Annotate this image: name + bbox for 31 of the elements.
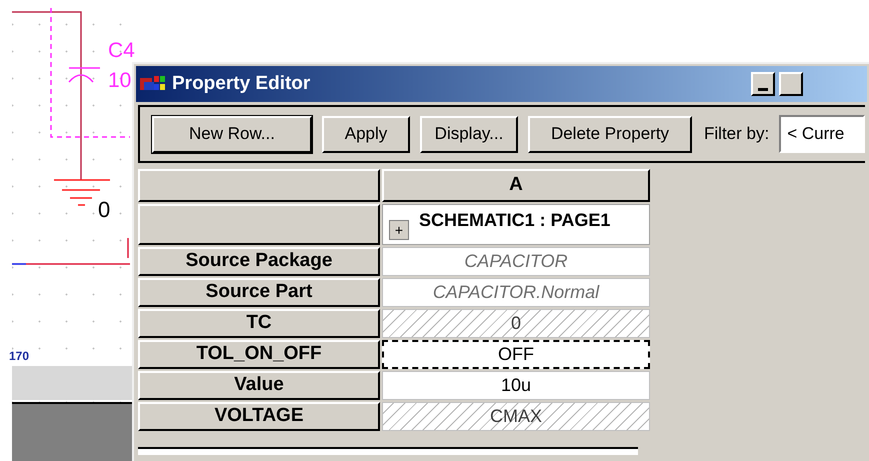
property-value-cell[interactable]: CMAX [382, 402, 650, 431]
expand-button[interactable]: + [389, 220, 409, 240]
filter-dropdown[interactable]: < Curre [779, 115, 865, 153]
property-value-cell[interactable]: 0 [382, 309, 650, 338]
toolbar-button[interactable]: Delete Property [528, 116, 692, 152]
maximize-button[interactable] [779, 72, 803, 96]
row-header[interactable]: Value [138, 371, 380, 400]
capacitor-symbol [68, 67, 101, 83]
window-title: Property Editor [172, 72, 310, 96]
reference-label: C4 [108, 40, 135, 61]
property-value-cell[interactable]: CAPACITOR.Normal [382, 278, 650, 307]
net-label: 0 [98, 199, 110, 221]
minimize-button[interactable] [751, 72, 775, 96]
property-value-cell[interactable]: OFF [382, 340, 650, 369]
property-value-cell[interactable]: CAPACITOR [382, 247, 650, 276]
toolbar-button[interactable]: New Row... [152, 116, 312, 152]
row-header[interactable]: Source Package [138, 247, 380, 276]
filter-value: < Curre [787, 123, 844, 146]
toolbar-button[interactable]: Apply [322, 116, 410, 152]
row-header[interactable]: VOLTAGE [138, 402, 380, 431]
column-header[interactable]: A [382, 169, 650, 202]
minimize-icon [758, 88, 768, 91]
group-label: SCHEMATIC1 : PAGE1 [419, 209, 610, 232]
row-header[interactable]: TC [138, 309, 380, 338]
row-header[interactable]: Source Part [138, 278, 380, 307]
row-header[interactable]: TOL_ON_OFF [138, 340, 380, 369]
value-label: 10 [108, 70, 132, 91]
filter-label: Filter by: [704, 123, 770, 146]
property-value-cell[interactable]: 10u [382, 371, 650, 400]
net-label: 170 [9, 350, 30, 362]
toolbar-button[interactable]: Display... [420, 116, 518, 152]
